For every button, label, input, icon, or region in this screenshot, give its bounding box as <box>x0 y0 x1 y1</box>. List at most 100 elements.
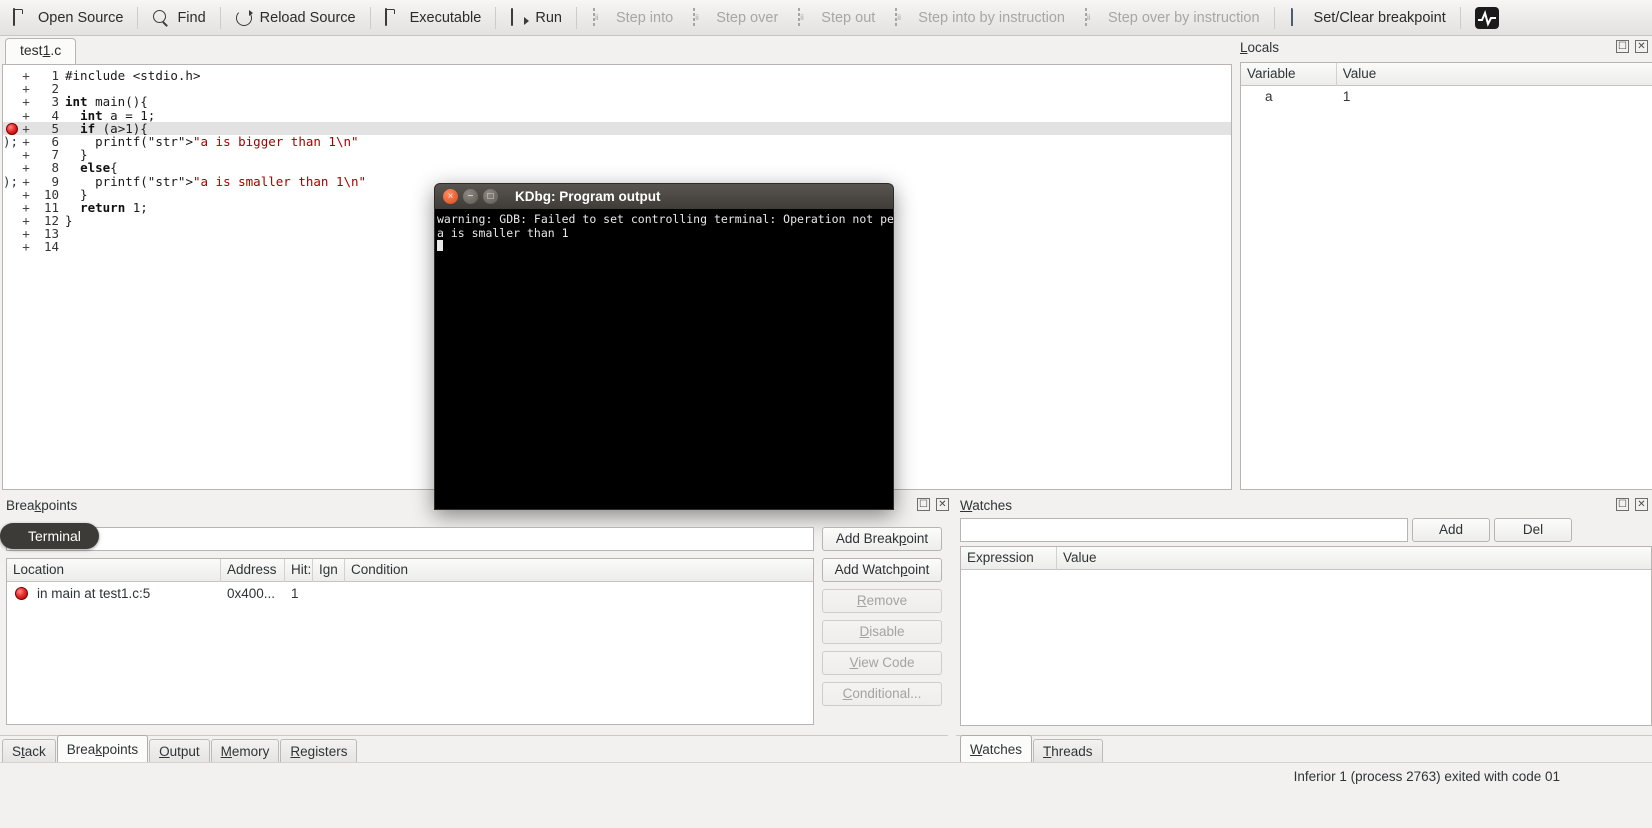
breakpoints-add-breakpoint-button[interactable]: Add Breakpoint <box>822 527 942 551</box>
step-into-icon: ii <box>591 7 609 27</box>
program-output-title: KDbg: Program output <box>515 189 661 204</box>
source-tab-test1c[interactable]: test1.c <box>5 38 77 64</box>
line-number: 4 <box>51 107 59 123</box>
toolbar-button-set-clear-breakpoint[interactable]: Set/Clear breakpoint <box>1280 4 1455 32</box>
terminal-tooltip: Terminal <box>0 523 99 549</box>
code-text: printf("str">"a is smaller than 1\n" <box>65 173 367 189</box>
locals-col-value: Value <box>1342 65 1377 81</box>
main-toolbar: Open Source Find Reload Source Executable Ru… <box>0 0 1652 36</box>
watches-col-expression: Expression <box>961 546 1057 570</box>
locals-close-icon[interactable]: ✕ <box>1635 40 1648 53</box>
watches-dock-buttons: ☐ ✕ <box>1616 498 1648 511</box>
code-line[interactable]: +5 if (a>1){ <box>3 122 1231 135</box>
breakpoints-table[interactable]: Location Address Hit: Ign Condition in m… <box>6 558 814 725</box>
toolbar-separator <box>137 6 139 29</box>
breakpoints-scrollbar[interactable] <box>949 580 958 725</box>
watch-expression-input[interactable] <box>960 518 1408 542</box>
line-number: 8 <box>51 160 59 176</box>
code-line[interactable]: +4 int a = 1; <box>3 107 1231 123</box>
locals-cell-variable: a <box>1265 89 1273 104</box>
toolbar-button-open-source[interactable]: Open Source <box>4 4 132 32</box>
code-line[interactable]: +8 else{ <box>3 161 1231 174</box>
window-close-icon[interactable]: × <box>443 189 458 204</box>
step-over-icon: ii <box>691 7 709 27</box>
toolbar-button-label: Step over by instruction <box>1108 9 1260 26</box>
fold-expand-icon[interactable]: + <box>21 122 31 135</box>
program-output-titlebar[interactable]: × − □ KDbg: Program output <box>434 183 894 209</box>
code-text: return 1; <box>80 199 148 215</box>
source-tab-label: test1.c <box>20 42 62 58</box>
tab-watches[interactable]: Watches <box>960 735 1033 763</box>
watch-del-button[interactable]: Del <box>1494 518 1572 542</box>
console-line: a is smaller than 1 <box>437 225 569 240</box>
tab-registers[interactable]: Registers <box>280 739 358 763</box>
breakpoints-dock-header: Breakpoints ☐ ✕ <box>6 498 949 518</box>
tab-breakpoints[interactable]: Breakpoints <box>56 735 149 763</box>
toolbar-button-executable[interactable]: Executable <box>376 4 491 32</box>
watches-table[interactable]: Expression Value <box>960 546 1652 726</box>
breakpoints-col-ign: Ign <box>313 558 345 582</box>
toolbar-button-step-into: ii Step into <box>582 4 682 32</box>
table-row[interactable]: a 1 <box>1241 86 1652 108</box>
window-minimize-icon[interactable]: − <box>463 189 478 204</box>
toolbar-button-label: Step over <box>716 9 779 26</box>
fold-expand-icon[interactable]: + <box>21 161 31 174</box>
fold-expand-icon[interactable]: + <box>21 240 31 253</box>
watches-col-value: Value <box>1063 549 1097 565</box>
toolbar-separator <box>219 6 221 29</box>
toolbar-button-find[interactable]: Find <box>143 4 214 32</box>
code-text: else{ <box>80 160 118 176</box>
toolbar-button-label: Step out <box>821 9 876 26</box>
code-line[interactable]: +7 } <box>3 148 1231 161</box>
program-output-console[interactable]: warning: GDB: Failed to set controlling … <box>434 209 894 510</box>
folder-icon <box>13 7 31 27</box>
fold-expand-icon[interactable]: + <box>21 174 31 187</box>
fold-expand-icon[interactable]: + <box>21 187 31 200</box>
bottom-tabs-right: Watches Threads <box>960 735 1104 763</box>
fold-expand-icon[interactable]: + <box>21 108 31 121</box>
toolbar-button-reload-source[interactable]: Reload Source <box>226 4 365 32</box>
step-over-instruction-icon: ii <box>1083 7 1101 27</box>
breakpoints-col-location: Location <box>7 558 221 582</box>
window-maximize-icon[interactable]: □ <box>483 189 498 204</box>
line-number: 14 <box>43 239 59 255</box>
tab-memory[interactable]: Memory <box>210 739 280 763</box>
code-line[interactable]: +6 printf("str">"a is bigger than 1\n"); <box>3 135 1231 148</box>
program-output-window[interactable]: × − □ KDbg: Program output warning: GDB:… <box>434 183 894 510</box>
code-line[interactable]: +1 #include <stdio.h> <box>3 69 1231 82</box>
tab-output[interactable]: Output <box>149 739 210 763</box>
toolbar-button-run[interactable]: Run <box>501 4 571 32</box>
toolbar-button-label: Reload Source <box>259 9 356 26</box>
toolbar-button-label: Open Source <box>38 9 124 26</box>
watches-close-icon[interactable]: ✕ <box>1635 498 1648 511</box>
breakpoints-col-address: Address <box>221 558 285 582</box>
toolbar-button-label: Executable <box>409 9 482 26</box>
tab-stack[interactable]: Stack <box>2 739 56 763</box>
watches-float-icon[interactable]: ☐ <box>1616 498 1629 511</box>
breakpoint-dot-icon[interactable] <box>6 122 18 135</box>
locals-table[interactable]: Variable Value a 1 <box>1240 62 1652 490</box>
step-into-instruction-icon: ii <box>893 7 911 27</box>
code-line[interactable]: +2 <box>3 82 1231 95</box>
toolbar-button-label: Step into by instruction <box>918 9 1065 26</box>
toolbar-button-step-over: ii Step over <box>682 4 787 32</box>
tab-threads[interactable]: Threads <box>1033 739 1103 763</box>
watch-add-button[interactable]: Add <box>1412 518 1490 542</box>
code-line[interactable]: +3 int main(){ <box>3 95 1231 108</box>
locals-float-icon[interactable]: ☐ <box>1616 40 1629 53</box>
toolbar-button-pulse-icon[interactable] <box>1466 4 1508 32</box>
console-line: warning: GDB: Failed to set controlling … <box>437 212 894 226</box>
breakpoints-close-icon[interactable]: ✕ <box>936 498 949 511</box>
table-row[interactable]: in main at test1.c:5 0x400... 1 <box>7 582 813 606</box>
breakpoints-add-watchpoint-button[interactable]: Add Watchpoint <box>822 558 942 582</box>
watches-title: Watches <box>960 498 1013 513</box>
toolbar-button-label: Find <box>177 9 206 26</box>
console-cursor <box>437 240 893 255</box>
toolbar-separator <box>1273 6 1275 29</box>
breakpoints-cell-address: 0x400... <box>227 586 276 601</box>
toolbar-separator <box>369 6 371 29</box>
fold-expand-icon[interactable]: + <box>21 95 31 108</box>
folder-icon <box>384 7 403 27</box>
breakpoints-float-icon[interactable]: ☐ <box>917 498 930 511</box>
breakpoint-location-input[interactable] <box>6 527 814 551</box>
